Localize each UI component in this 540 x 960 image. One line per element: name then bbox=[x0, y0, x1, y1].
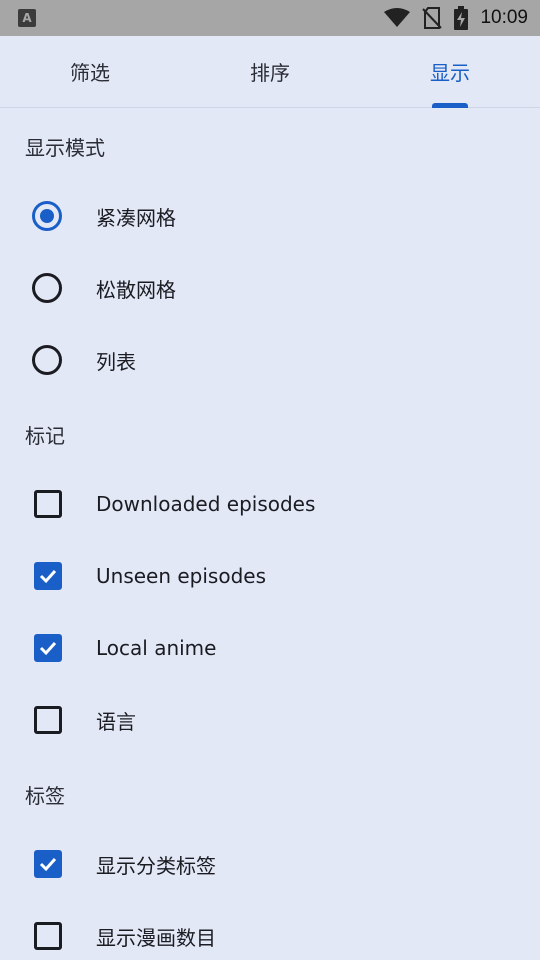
checkbox-checked[interactable] bbox=[34, 850, 62, 878]
checkbox-checked[interactable] bbox=[34, 562, 62, 590]
tab-active-indicator bbox=[432, 103, 468, 108]
section-title-badges: 标记 bbox=[25, 424, 65, 448]
checkbox-row-downloaded-episodes[interactable]: Downloaded episodes bbox=[0, 468, 540, 540]
checkbox-row-unseen-episodes[interactable]: Unseen episodes bbox=[0, 540, 540, 612]
battery-charging-icon bbox=[454, 6, 469, 30]
checkmark-icon bbox=[39, 641, 57, 656]
tab-display-label: 显示 bbox=[430, 61, 470, 85]
section-title-tags: 标签 bbox=[25, 784, 65, 808]
radio-button-selected[interactable] bbox=[32, 201, 62, 231]
checkbox-label: Local anime bbox=[96, 636, 217, 660]
tab-sort-label: 排序 bbox=[250, 61, 290, 85]
tab-filter-label: 筛选 bbox=[70, 61, 110, 85]
radio-label: 松散网格 bbox=[96, 277, 176, 302]
checkbox-row-local-anime[interactable]: Local anime bbox=[0, 612, 540, 684]
radio-row-list[interactable]: 列表 bbox=[0, 324, 540, 396]
checkbox-label: Downloaded episodes bbox=[96, 492, 316, 516]
status-time: 10:09 bbox=[480, 7, 528, 28]
checkbox-row-show-category-tabs[interactable]: 显示分类标签 bbox=[0, 828, 540, 900]
checkbox[interactable] bbox=[34, 706, 62, 734]
tab-sort[interactable]: 排序 bbox=[180, 36, 360, 107]
radio-label: 紧凑网格 bbox=[96, 205, 176, 230]
section-title-display-mode: 显示模式 bbox=[25, 136, 105, 160]
radio-row-compact-grid[interactable]: 紧凑网格 bbox=[0, 180, 540, 252]
checkbox-label: Unseen episodes bbox=[96, 564, 267, 588]
radio-row-comfortable-grid[interactable]: 松散网格 bbox=[0, 252, 540, 324]
tab-filter[interactable]: 筛选 bbox=[0, 36, 180, 107]
radio-label: 列表 bbox=[96, 349, 136, 374]
wifi-icon bbox=[384, 8, 411, 27]
checkbox-label: 显示漫画数目 bbox=[96, 925, 216, 950]
radio-button[interactable] bbox=[32, 345, 62, 375]
tab-bar: 筛选 排序 显示 bbox=[0, 36, 540, 108]
checkbox[interactable] bbox=[34, 922, 62, 950]
checkbox-label: 显示分类标签 bbox=[96, 853, 216, 878]
tab-display[interactable]: 显示 bbox=[360, 36, 540, 108]
app-notification-icon: A bbox=[18, 9, 36, 27]
checkbox-row-language[interactable]: 语言 bbox=[0, 684, 540, 756]
checkbox-checked[interactable] bbox=[34, 634, 62, 662]
checkbox-label: 语言 bbox=[96, 709, 136, 734]
status-bar: A 10:09 bbox=[0, 0, 540, 36]
radio-button[interactable] bbox=[32, 273, 62, 303]
no-sim-icon bbox=[422, 7, 443, 29]
checkbox-row-show-manga-count[interactable]: 显示漫画数目 bbox=[0, 900, 540, 960]
checkmark-icon bbox=[39, 857, 57, 872]
checkbox[interactable] bbox=[34, 490, 62, 518]
checkmark-icon bbox=[39, 569, 57, 584]
